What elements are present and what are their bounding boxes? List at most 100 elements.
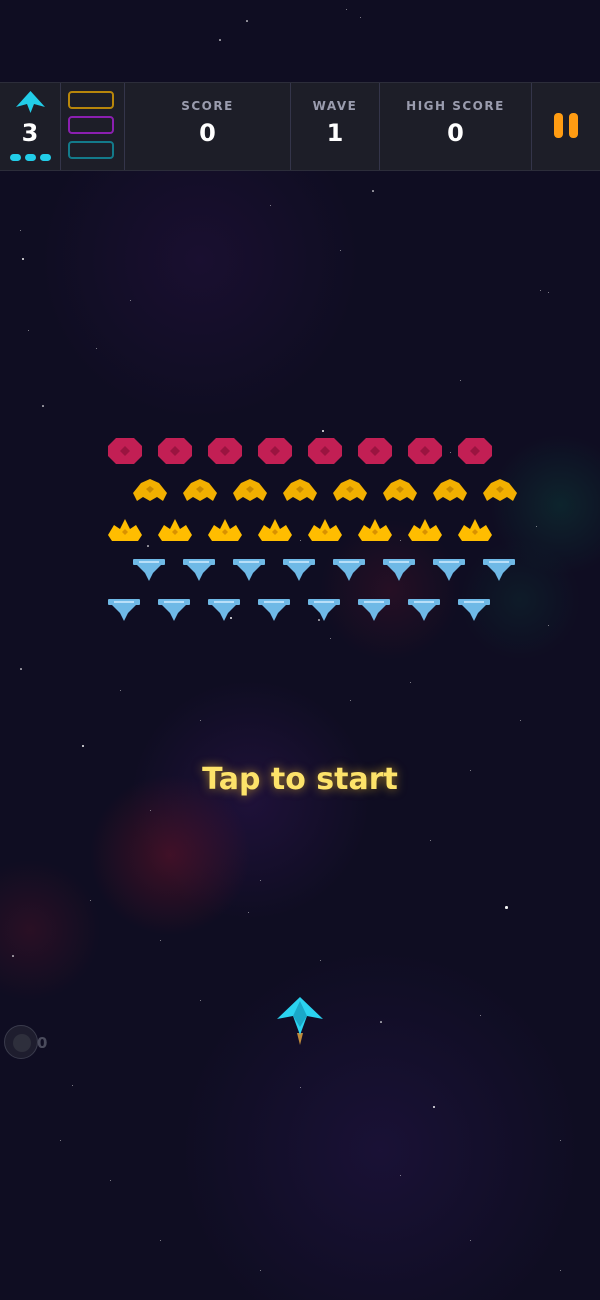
star <box>548 292 549 293</box>
score-value: 0 <box>199 119 216 147</box>
space-background[interactable] <box>0 0 600 1300</box>
powerup-slot-teal <box>68 141 114 159</box>
star <box>450 452 451 453</box>
invader-ice-drone <box>408 599 440 623</box>
tap-to-start-prompt[interactable]: Tap to start <box>0 762 600 797</box>
star <box>248 912 249 913</box>
star <box>560 1140 561 1141</box>
invader-gold-wing <box>183 479 217 503</box>
invader-gold-wing <box>283 479 317 503</box>
hud-bar: 3 SCORE 0 WAVE 1 HIGH SCORE 0 <box>0 82 600 171</box>
star <box>330 638 331 639</box>
star <box>346 9 347 10</box>
star <box>28 330 29 331</box>
star <box>400 540 401 541</box>
invader-gold-crown <box>458 519 492 543</box>
invader-gold-crown <box>408 519 442 543</box>
star <box>42 405 44 407</box>
invader-gold-crown <box>108 519 142 543</box>
lives-panel: 3 <box>0 83 61 170</box>
player-ship[interactable] <box>277 997 323 1045</box>
star <box>20 230 21 231</box>
star <box>72 1085 73 1086</box>
star <box>12 955 14 957</box>
star <box>200 720 201 721</box>
star <box>160 940 161 941</box>
star <box>20 668 22 670</box>
invader-ice-drone <box>133 559 165 583</box>
invader-ice-drone <box>208 599 240 623</box>
bomb-icon <box>13 1034 31 1052</box>
pause-panel <box>532 83 600 170</box>
powerup-slot-purple <box>68 116 114 134</box>
star <box>120 690 121 691</box>
invader-gold-wing <box>233 479 267 503</box>
star <box>270 205 271 206</box>
invader-ice-drone <box>283 559 315 583</box>
bomb-indicator[interactable]: 0 <box>4 1025 54 1063</box>
star <box>150 810 151 811</box>
star <box>372 190 374 192</box>
wave-value: 1 <box>326 119 344 147</box>
star <box>260 880 261 881</box>
lives-ship-icon <box>16 91 45 113</box>
star <box>200 1000 201 1001</box>
star <box>470 1240 471 1241</box>
invader-ice-drone <box>433 559 465 583</box>
star <box>360 17 361 18</box>
life-pip <box>25 154 36 161</box>
invader-gold-wing <box>383 479 417 503</box>
wave-panel: WAVE 1 <box>291 83 380 170</box>
invader-crimson-blob <box>358 438 392 464</box>
invader-gold-crown <box>208 519 242 543</box>
star <box>82 745 84 747</box>
star <box>548 625 549 626</box>
high-score-panel: HIGH SCORE 0 <box>380 83 532 170</box>
invader-ice-drone <box>108 599 140 623</box>
star <box>96 348 97 349</box>
star <box>380 1021 382 1023</box>
star <box>160 1240 161 1241</box>
invader-crimson-blob <box>308 438 342 464</box>
star <box>219 39 221 41</box>
invader-ice-drone <box>483 559 515 583</box>
star <box>410 682 411 683</box>
star <box>460 380 461 381</box>
score-label: SCORE <box>181 99 234 113</box>
invader-crimson-blob <box>408 438 442 464</box>
life-pip <box>10 154 21 161</box>
star <box>480 1015 481 1016</box>
high-score-label: HIGH SCORE <box>406 99 505 113</box>
score-panel: SCORE 0 <box>125 83 291 170</box>
invader-crimson-blob <box>108 438 142 464</box>
star <box>147 545 149 547</box>
invader-ice-drone <box>383 559 415 583</box>
star <box>22 258 24 260</box>
star <box>110 1180 111 1181</box>
invader-ice-drone <box>258 599 290 623</box>
powerup-panel <box>61 83 125 170</box>
star <box>560 1270 561 1271</box>
pause-button[interactable] <box>532 83 600 170</box>
bomb-button[interactable] <box>4 1025 38 1059</box>
lives-count: 3 <box>21 119 39 147</box>
star <box>246 20 248 22</box>
invader-gold-wing <box>483 479 517 503</box>
invader-crimson-blob <box>158 438 192 464</box>
invader-ice-drone <box>308 599 340 623</box>
powerup-slot-gold <box>68 91 114 109</box>
life-pip <box>40 154 51 161</box>
bomb-count: 0 <box>37 1034 48 1052</box>
invader-gold-wing <box>133 479 167 503</box>
star <box>430 840 431 841</box>
star <box>350 700 351 701</box>
wave-label: WAVE <box>312 99 358 113</box>
star <box>60 1140 61 1141</box>
invader-crimson-blob <box>258 438 292 464</box>
invader-gold-wing <box>433 479 467 503</box>
star <box>400 1175 401 1176</box>
star <box>433 1106 435 1108</box>
invader-ice-drone <box>333 559 365 583</box>
invader-gold-crown <box>258 519 292 543</box>
invader-ice-drone <box>358 599 390 623</box>
